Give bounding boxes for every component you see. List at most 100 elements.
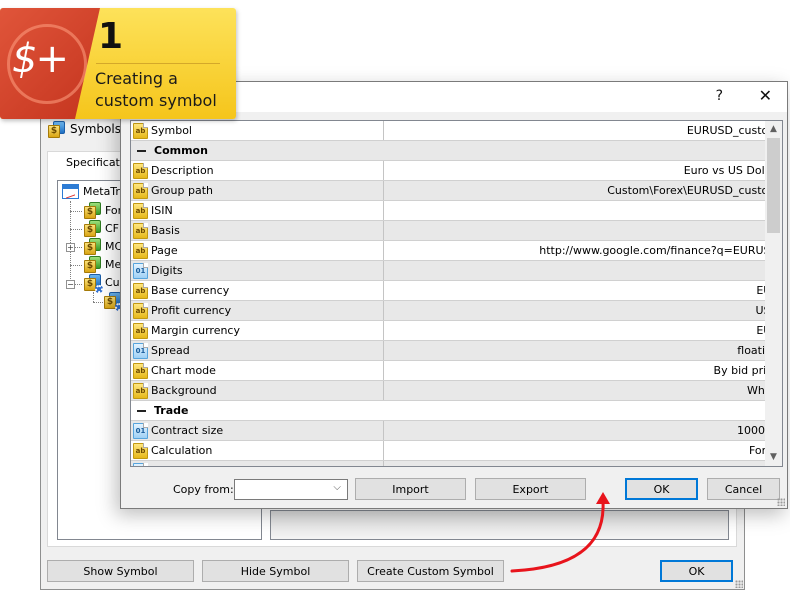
collapse-section-icon[interactable]	[137, 409, 146, 412]
close-icon[interactable]: ✕	[759, 86, 772, 105]
property-value[interactable]: http://www.google.com/finance?q=EURUSD	[384, 241, 782, 260]
property-row[interactable]: ab ISIN	[131, 201, 782, 221]
property-row[interactable]: abProfit currencyUSD	[131, 301, 782, 321]
properties-rows: ab Symbol EURUSD_custom Common ab Description…	[131, 121, 782, 466]
show-symbol-button[interactable]: Show Symbol	[47, 560, 194, 582]
property-row[interactable]: ab Symbol EURUSD_custom	[131, 121, 782, 141]
property-value[interactable]: 5	[384, 261, 782, 280]
property-value[interactable]: White	[384, 381, 782, 400]
property-value[interactable]: EURUSD_custom	[384, 121, 782, 140]
metatrader-chart-icon	[62, 184, 79, 199]
property-section[interactable]: Trade	[131, 401, 782, 421]
scroll-down-icon[interactable]: ▼	[765, 449, 782, 466]
property-row[interactable]: ab Group path Custom\Forex\EURUSD_custom	[131, 181, 782, 201]
properties-scrollbar[interactable]: ▲ ▼	[765, 121, 782, 466]
property-name: ab Margin currency	[131, 321, 384, 340]
hide-symbol-button[interactable]: Hide Symbol	[202, 560, 349, 582]
collapse-section-icon[interactable]	[137, 149, 146, 152]
tree-connector	[70, 265, 82, 266]
step-title: Creating a custom symbol	[95, 69, 217, 110]
text-property-icon: ab	[133, 282, 148, 299]
property-label: Chart mode	[151, 364, 216, 377]
symbols-icon: $	[48, 120, 65, 138]
tree-item-metals[interactable]: $ Me	[84, 256, 121, 273]
collapse-icon[interactable]: −	[66, 280, 75, 289]
property-row[interactable]: ab Background White	[131, 381, 782, 401]
property-name: ab ISIN	[131, 201, 384, 220]
property-row[interactable]: ab Chart mode By bid price	[131, 361, 782, 381]
symbol-detail-panel	[270, 510, 729, 540]
import-button[interactable]: Import	[355, 478, 466, 500]
help-icon[interactable]: ?	[716, 88, 723, 104]
property-row[interactable]: abBase currencyEUR	[131, 281, 782, 301]
dialog-ok-button[interactable]: OK	[625, 478, 698, 500]
property-label: Common	[154, 144, 208, 157]
text-property-icon: ab	[133, 162, 148, 179]
property-value[interactable]	[384, 201, 782, 220]
property-row[interactable]: abMargin currencyEUR	[131, 321, 782, 341]
tree-item-mc[interactable]: $ MC	[84, 238, 122, 255]
tab-symbols[interactable]: $ Symbols	[42, 116, 122, 142]
property-label: Calculation	[151, 444, 213, 457]
property-value[interactable]: USD	[384, 301, 782, 320]
property-label: Digits	[151, 264, 183, 277]
property-value[interactable]: Euro vs US Dollar	[384, 161, 782, 180]
property-name: ab Symbol	[131, 121, 384, 140]
create-custom-symbol-button[interactable]: Create Custom Symbol	[357, 560, 504, 582]
property-row[interactable]: ab Description Euro vs US Dollar	[131, 161, 782, 181]
tree-connector	[75, 247, 82, 248]
expand-icon[interactable]: +	[66, 243, 75, 252]
tree-connector	[70, 211, 82, 212]
property-name: 01 Digits	[131, 261, 384, 280]
property-value[interactable]: 100000	[384, 421, 782, 440]
tree-item-custom-symbol[interactable]: $	[104, 292, 123, 311]
property-value[interactable]: Forex	[384, 441, 782, 460]
property-row[interactable]: ab Calculation Forex	[131, 441, 782, 461]
dialog-cancel-button[interactable]: Cancel	[707, 478, 780, 500]
property-value[interactable]	[384, 461, 782, 466]
property-label: Description	[151, 164, 214, 177]
resize-grip[interactable]	[735, 580, 743, 588]
property-label: Symbol	[151, 124, 192, 137]
property-row[interactable]: ab Basis	[131, 221, 782, 241]
property-section[interactable]: Common	[131, 141, 782, 161]
property-name: ab Calculation	[131, 441, 384, 460]
property-label: Trade	[154, 404, 189, 417]
property-row[interactable]: 01 Spread floating	[131, 341, 782, 361]
tree-item-forex[interactable]: $ For	[84, 202, 122, 219]
property-name: ab Basis	[131, 221, 384, 240]
property-name: ab Chart mode	[131, 361, 384, 380]
property-row[interactable]: 01	[131, 461, 782, 466]
scroll-up-icon[interactable]: ▲	[765, 121, 782, 138]
text-property-icon: ab	[133, 302, 148, 319]
text-property-icon: ab	[133, 122, 148, 139]
custom-symbol-folder-icon: $	[84, 274, 103, 293]
dollar-plus-icon: $+	[12, 36, 69, 82]
tab-symbols-label: Symbols	[70, 122, 121, 136]
property-value[interactable]: floating	[384, 341, 782, 360]
text-property-icon: ab	[133, 222, 148, 239]
tree-connector	[75, 284, 82, 285]
tree-item-metatrader[interactable]: MetaTra	[62, 184, 127, 199]
symbols-ok-button[interactable]: OK	[660, 560, 733, 582]
property-value[interactable]: EUR	[384, 321, 782, 340]
tree-item-cfd[interactable]: $ CFI	[84, 220, 122, 237]
property-row[interactable]: 01 Contract size 100000	[131, 421, 782, 441]
property-value[interactable]: By bid price	[384, 361, 782, 380]
copy-from-select[interactable]: ⌵	[234, 479, 348, 500]
step-number: 1	[98, 16, 124, 57]
property-row[interactable]: 01Digits5	[131, 261, 782, 281]
export-button[interactable]: Export	[475, 478, 586, 500]
property-value[interactable]: EUR	[384, 281, 782, 300]
custom-symbol-dialog: ? ✕ ab Symbol EURUSD_custom Common ab Descrip…	[120, 81, 788, 509]
property-label: Page	[151, 244, 178, 257]
property-value[interactable]	[384, 221, 782, 240]
numeric-property-icon: 01	[133, 422, 148, 439]
resize-grip[interactable]	[777, 498, 785, 506]
property-row[interactable]: ab Page http://www.google.com/finance?q=EU…	[131, 241, 782, 261]
property-value[interactable]: Custom\Forex\EURUSD_custom	[384, 181, 782, 200]
property-name: ab Background	[131, 381, 384, 400]
scroll-thumb[interactable]	[767, 138, 780, 233]
symbol-folder-icon: $	[84, 202, 101, 219]
text-property-icon: ab	[133, 322, 148, 339]
